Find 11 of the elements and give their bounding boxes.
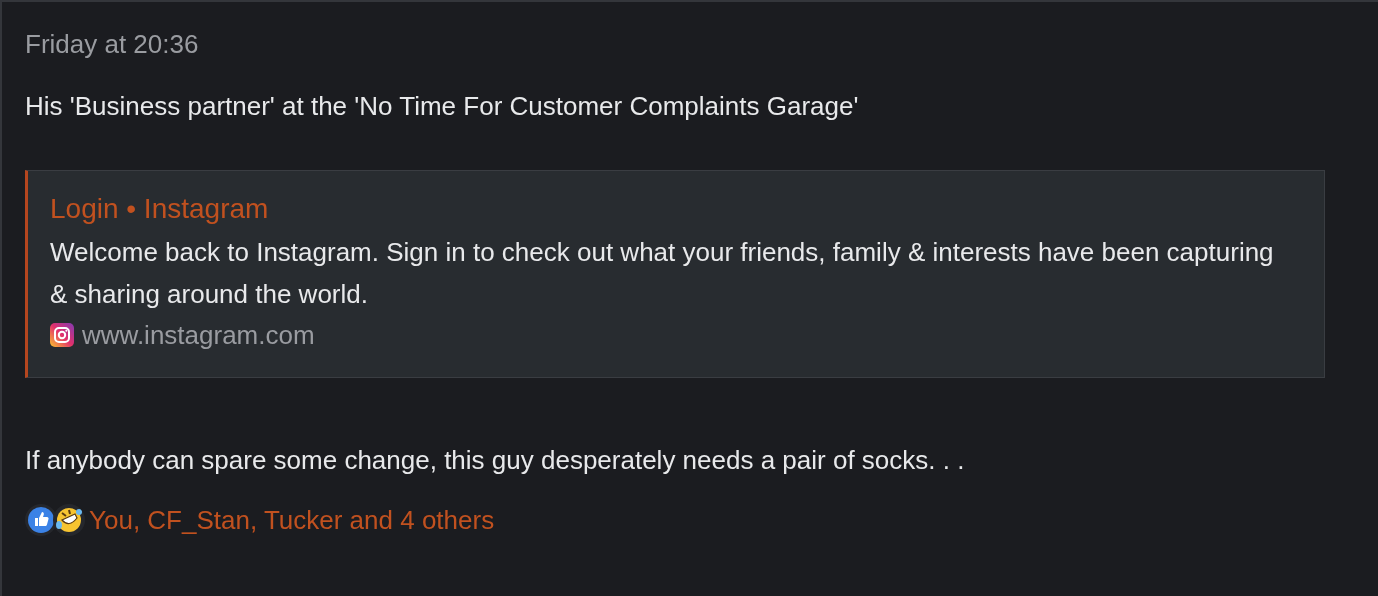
link-domain: www.instagram.com [82,319,315,352]
message-text: His 'Business partner' at the 'No Time For Customer Complaints Garage' [25,90,859,123]
instagram-icon [50,323,74,347]
post-timestamp: Friday at 20:36 [25,28,199,61]
reactions-summary[interactable]: You, CF_Stan, Tucker and 4 others [89,502,495,538]
like-icon[interactable] [25,504,57,536]
link-title[interactable]: Login • Instagram [50,189,269,229]
laughing-emoji-icon[interactable] [53,504,85,536]
message-text: If anybody can spare some change, this guy desperately needs a pair of socks. . . [25,444,965,477]
link-preview-card[interactable]: Login • Instagram Welcome back to Instagram. Sign in to check out what your friends, family & interests have been capturing & sharing around the world. www.instagram.com [25,170,1325,378]
link-description: Welcome back to Instagram. Sign in to check out what your friends, family & interests have been capturing & sharing around the world. [50,236,1275,311]
